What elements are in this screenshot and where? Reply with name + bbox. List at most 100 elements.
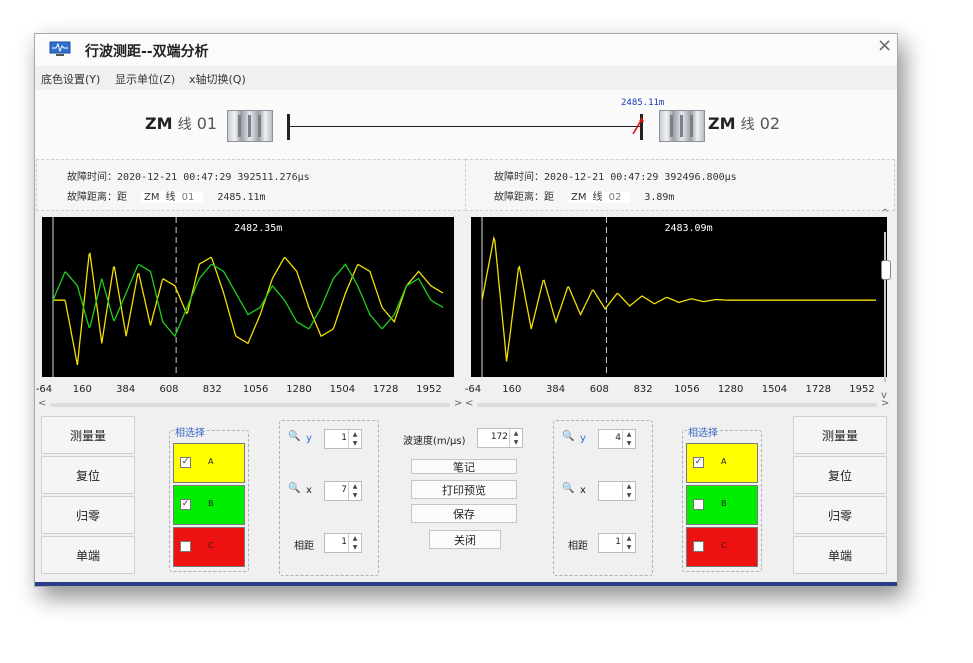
notes-button[interactable]: 笔记 [411,459,517,474]
right-fault-time: 故障时间：2020-12-21 00:47:29 392496.800µs [494,168,737,183]
right-fault-distance: 故障距离：距 ZM 线 02 3.89m [494,188,674,203]
line-left-end [287,114,290,140]
left-x-spinner[interactable]: 7 ▲ ▼ [324,481,362,501]
left-fault-time-value: 2020-12-21 00:47:29 392511.276µs [117,172,310,183]
right-phase-a[interactable]: ✓ A [686,443,758,483]
right-fault-time-label: 故障时间： [494,172,544,183]
menu-background-color[interactable]: 底色设置(Y) [41,71,100,87]
left-dist-zm: ZM [144,192,160,203]
save-button[interactable]: 保存 [411,504,517,523]
scroll-left-icon[interactable]: < [465,398,473,409]
x-tick-label: 384 [116,384,136,395]
scroll-left-icon[interactable]: < [38,398,46,409]
right-reset-button[interactable]: 复位 [793,456,887,494]
scroll-down-icon[interactable]: v [881,390,887,401]
close-button[interactable]: 关闭 [429,530,501,549]
vscroll-thumb[interactable] [881,260,891,280]
left-gap-spinner[interactable]: 1 ▲ ▼ [324,533,362,553]
app-icon [49,41,71,56]
scroll-up-icon[interactable]: ^ [881,208,889,219]
left-fault-info: 故障时间：2020-12-21 00:47:29 392511.276µs 故障… [36,159,466,211]
x-tick-label: 1728 [805,384,831,395]
right-x-label: x [580,485,586,496]
left-station-num: 01 [196,114,218,133]
title-bar: 行波测距--双端分析 × [35,34,897,66]
waveform-series [481,235,876,362]
right-hscrollbar[interactable]: < > [465,398,891,410]
y-zoom-icon: 🔍 [288,431,301,442]
menu-display-unit[interactable]: 显示单位(Z) [115,71,175,87]
x-tick-label: 384 [546,384,566,395]
left-waveform-plot[interactable]: 2482.35m [42,217,454,377]
spin-arrows-icon[interactable]: ▲ ▼ [509,429,522,447]
wave-speed-label: 波速度(m/µs) [403,436,466,447]
analysis-window: 行波测距--双端分析 × 底色设置(Y) 显示单位(Z) x轴切换(Q) ZM … [34,33,898,587]
x-tick-label: -64 [464,384,482,395]
menu-x-axis-switch[interactable]: x轴切换(Q) [189,71,246,87]
left-dist-num: 01 [181,192,195,203]
right-measure-button[interactable]: 测量量 [793,416,887,454]
right-dist-num: 02 [608,192,622,203]
x-tick-label: 1952 [849,384,875,395]
right-gap-spinner[interactable]: 1 ▲ ▼ [598,533,636,553]
spin-arrows-icon[interactable]: ▲ ▼ [622,482,635,500]
right-phase-b[interactable]: B [686,485,758,525]
left-x-value: 7 [341,485,347,495]
right-gap-value: 1 [615,537,621,547]
right-y-label: y [580,433,586,444]
left-phase-b[interactable]: ✓ B [173,485,245,525]
right-x-axis-labels: -64 160 384 608 832 1056 1280 1504 1728 1952 [465,384,887,398]
x-tick-label: 1504 [761,384,788,395]
right-waveform-plot[interactable]: 2483.09m [471,217,887,377]
left-fault-distance: 故障距离：距 ZM 线 01 2485.11m [67,188,266,203]
right-phase-c[interactable]: C [686,527,758,567]
right-y-spinner[interactable]: 4 ▲ ▼ [598,429,636,449]
left-y-label: y [306,433,312,444]
checkbox-icon[interactable] [693,499,704,510]
left-single-end-button[interactable]: 单端 [41,536,135,574]
left-fault-distance-value: 2485.11m [217,192,266,203]
right-y-value: 4 [615,433,621,443]
spin-arrows-icon[interactable]: ▲ ▼ [622,534,635,552]
x-tick-label: 1280 [286,384,312,395]
left-measure-button[interactable]: 测量量 [41,416,135,454]
left-phase-a[interactable]: ✓ A [173,443,245,483]
right-fault-distance-value: 3.89m [644,192,675,203]
right-station-zm: ZM [708,114,736,133]
left-zero-button[interactable]: 归零 [41,496,135,534]
checkbox-icon[interactable]: ✓ [180,457,191,468]
right-scale-group: 🔍 y 4 ▲ ▼ 🔍 x ▲ ▼ 相距 1 ▲ ▼ [553,420,653,576]
cursor-distance-label: 2483.09m [664,223,712,234]
spin-arrows-icon[interactable]: ▲ ▼ [348,482,361,500]
left-gap-value: 1 [341,537,347,547]
vertical-scrollbar[interactable]: ^ v [879,208,891,401]
spin-arrows-icon[interactable]: ▲ ▼ [348,534,361,552]
checkbox-icon[interactable] [180,541,191,552]
right-zero-button[interactable]: 归零 [793,496,887,534]
print-preview-button[interactable]: 打印预览 [411,480,517,499]
checkbox-icon[interactable] [693,541,704,552]
x-tick-label: 1728 [372,384,399,395]
left-y-value: 1 [341,433,347,443]
checkbox-icon[interactable]: ✓ [693,457,704,468]
wave-speed-value: 172 [490,432,508,442]
left-hscrollbar[interactable]: < > [38,398,464,410]
phase-letter: C [208,541,214,550]
wave-speed-spinner[interactable]: 172 ▲ ▼ [477,428,523,448]
x-zoom-icon: 🔍 [562,483,575,494]
left-y-spinner[interactable]: 1 ▲ ▼ [324,429,362,449]
phase-letter: B [208,499,214,508]
right-hscroll-track[interactable] [477,403,877,407]
right-x-spinner[interactable]: ▲ ▼ [598,481,636,501]
right-single-end-button[interactable]: 单端 [793,536,887,574]
left-reset-button[interactable]: 复位 [41,456,135,494]
close-icon[interactable]: × [877,35,892,56]
checkbox-icon[interactable]: ✓ [180,499,191,510]
spin-arrows-icon[interactable]: ▲ ▼ [622,430,635,448]
left-phase-c[interactable]: C [173,527,245,567]
spin-arrows-icon[interactable]: ▲ ▼ [348,430,361,448]
left-hscroll-track[interactable] [50,403,450,407]
right-station-cabinet-icon [659,110,705,142]
scroll-right-icon[interactable]: > [454,398,462,409]
cursor-distance-label: 2482.35m [234,223,282,234]
